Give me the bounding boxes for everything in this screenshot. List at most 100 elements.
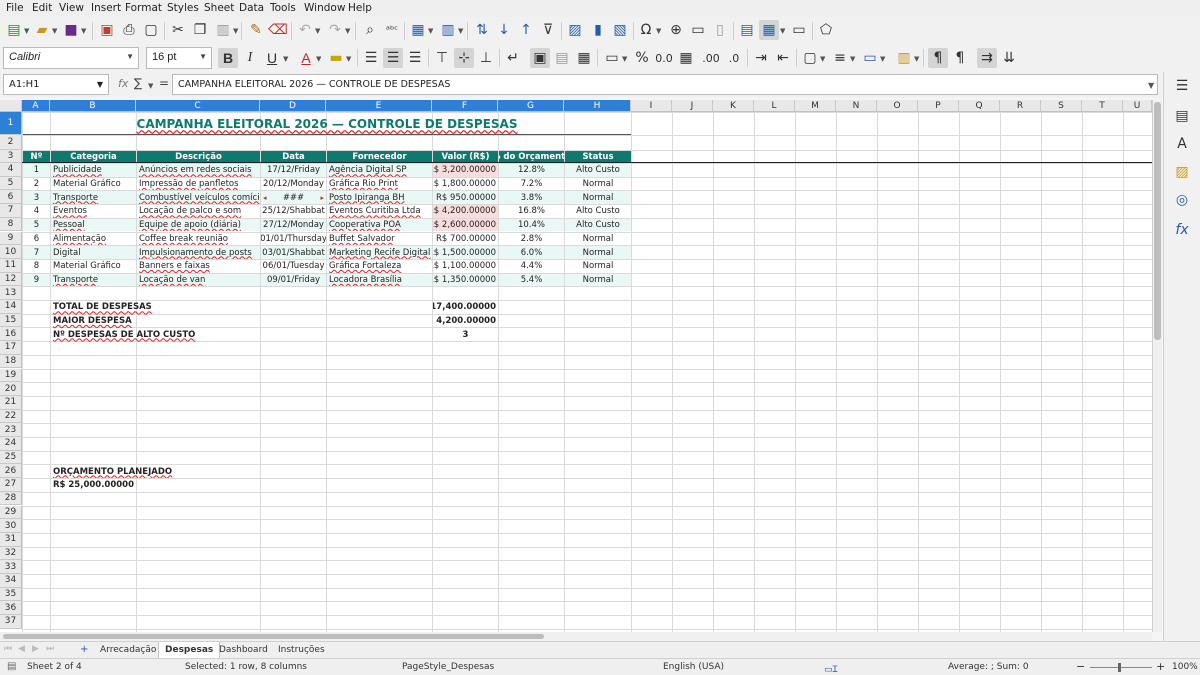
gallery-icon[interactable]: ▨ — [1172, 162, 1192, 182]
table-cell[interactable]: 6 — [23, 232, 50, 246]
clear-formatting-icon[interactable]: ⌫ — [268, 20, 288, 40]
table-cell[interactable]: Transporte — [51, 273, 136, 287]
table-cell[interactable]: 4 — [23, 205, 50, 218]
text-vertical-icon[interactable]: ⇊ — [999, 48, 1019, 68]
text-horizontal-icon[interactable]: ⇉ — [977, 48, 997, 68]
row-header[interactable]: 4 — [0, 163, 22, 177]
column-header[interactable]: N — [836, 100, 877, 112]
column-header[interactable]: E — [326, 100, 432, 112]
conditional-dropdown-icon[interactable]: ▼ — [914, 55, 919, 63]
align-left-icon[interactable]: ☰ — [361, 48, 381, 68]
row-header[interactable]: 19 — [0, 368, 22, 383]
language[interactable]: English (USA) — [663, 662, 724, 672]
menu-tools[interactable]: Tools — [270, 2, 296, 14]
cut-icon[interactable]: ✂ — [168, 20, 188, 40]
zoom-slider[interactable] — [1090, 667, 1152, 668]
name-box[interactable]: A1:H1 ▼ — [3, 74, 109, 95]
zoom-level[interactable]: 100% — [1172, 662, 1198, 672]
column-header[interactable]: R — [1000, 100, 1041, 112]
table-cell[interactable]: 3.8% — [499, 191, 564, 205]
row-header[interactable]: 33 — [0, 560, 22, 574]
table-cell[interactable]: 27/12/Monday — [261, 218, 326, 232]
row-header[interactable]: 36 — [0, 601, 22, 616]
column-header[interactable]: F — [432, 100, 498, 112]
new-document-icon[interactable]: ▤ — [4, 20, 24, 40]
column-icon[interactable]: ▥ — [438, 20, 458, 40]
paste-icon[interactable]: ▥ — [213, 20, 233, 40]
format-as-currency-icon[interactable]: ▭ — [602, 48, 622, 68]
column-header[interactable]: H — [564, 100, 631, 112]
table-cell[interactable]: 2 — [23, 177, 50, 191]
sheet-tab[interactable]: Instruções — [272, 642, 331, 658]
table-cell[interactable]: Normal — [565, 191, 631, 205]
table-cell[interactable]: Normal — [565, 177, 631, 191]
currency-dropdown-icon[interactable]: ▼ — [622, 55, 627, 63]
horizontal-scroll-thumb[interactable] — [3, 634, 544, 639]
table-cell[interactable]: Cooperativa POA — [327, 218, 432, 232]
next-sheet-icon[interactable]: ▶ — [32, 644, 39, 654]
chevron-down-icon[interactable]: ▼ — [199, 52, 207, 61]
row-header[interactable]: 34 — [0, 574, 22, 588]
row-header[interactable]: 18 — [0, 354, 22, 369]
first-sheet-icon[interactable]: ⏮ — [4, 644, 12, 654]
freeze-rows-columns-icon[interactable]: ▦ — [759, 20, 779, 40]
menu-edit[interactable]: Edit — [32, 2, 52, 14]
table-cell[interactable]: Pessoal — [51, 218, 136, 232]
center-vertically-icon[interactable]: ⊹ — [454, 48, 474, 68]
table-cell[interactable]: 7.2% — [499, 177, 564, 191]
table-cell[interactable]: ◂ ### ▸ — [261, 191, 326, 205]
row-header[interactable]: 23 — [0, 423, 22, 437]
font-size-box[interactable]: 16 pt ▼ — [146, 47, 212, 69]
font-color-dropdown-icon[interactable]: ▼ — [316, 55, 321, 63]
table-cell[interactable]: Locação de palco e som — [137, 205, 260, 218]
table-cell[interactable]: Marketing Recife Digital — [327, 246, 432, 259]
unmerge-cells-icon[interactable]: ▦ — [574, 48, 594, 68]
column-header[interactable]: I — [631, 100, 672, 112]
sum-icon[interactable]: ∑ — [134, 76, 142, 90]
table-cell[interactable]: 8 — [23, 259, 50, 273]
menu-data[interactable]: Data — [239, 2, 264, 14]
sheet-tab[interactable]: Despesas — [158, 642, 221, 658]
redo-icon[interactable]: ↷ — [325, 20, 345, 40]
row-header[interactable]: 15 — [0, 313, 22, 328]
chevron-down-icon[interactable]: ▼ — [97, 80, 103, 89]
conditional-format-icon[interactable]: ▥ — [894, 48, 914, 68]
column-header[interactable]: C — [136, 100, 260, 112]
budget-value[interactable]: R$ 25,000.00000 — [51, 479, 136, 492]
align-top-icon[interactable]: ⊤ — [432, 48, 452, 68]
column-dropdown-icon[interactable]: ▼ — [458, 27, 463, 35]
sum-dropdown-icon[interactable]: ▼ — [148, 82, 153, 90]
paste-dropdown-icon[interactable]: ▼ — [233, 27, 238, 35]
row-header[interactable]: 21 — [0, 395, 22, 410]
row-header[interactable]: 17 — [0, 341, 22, 355]
column-header[interactable]: K — [713, 100, 754, 112]
summary-label[interactable]: TOTAL DE DESPESAS — [51, 301, 260, 314]
column-header[interactable]: T — [1082, 100, 1123, 112]
open-folder-icon[interactable]: ▰ — [32, 20, 52, 40]
table-cell[interactable]: R$ 1,100.00000 — [433, 259, 498, 273]
highlight-dropdown-icon[interactable]: ▼ — [346, 55, 351, 63]
italic-icon[interactable]: I — [240, 48, 260, 68]
special-character-icon[interactable]: Ω — [636, 20, 656, 40]
table-cell[interactable]: 5 — [23, 218, 50, 232]
table-cell[interactable]: R$ 2,600.00000 — [433, 218, 498, 232]
table-cell[interactable]: 3 — [23, 191, 50, 205]
underline-dropdown-icon[interactable]: ▼ — [283, 55, 288, 63]
table-cell[interactable]: R$ 1,500.00000 — [433, 246, 498, 259]
print-icon[interactable]: ⎙ — [119, 20, 139, 40]
table-cell[interactable]: Anúncios em redes sociais — [137, 164, 260, 177]
column-header[interactable]: M — [795, 100, 836, 112]
sheet-title[interactable]: CAMPANHA ELEITORAL 2026 — CONTROLE DE DE… — [23, 113, 631, 135]
spelling-icon[interactable]: ᵃᵇᶜ — [382, 20, 402, 40]
table-cell[interactable]: Normal — [565, 232, 631, 246]
zoom-out-icon[interactable]: − — [1076, 660, 1085, 673]
select-all-corner[interactable] — [0, 100, 22, 112]
table-cell[interactable]: 6.0% — [499, 246, 564, 259]
align-bottom-icon[interactable]: ⊥ — [476, 48, 496, 68]
table-cell[interactable]: Agência Digital SP — [327, 164, 432, 177]
table-cell[interactable]: Posto Ipiranga BH — [327, 191, 432, 205]
highlight-color-icon[interactable]: ▬ — [326, 48, 346, 68]
row-header[interactable]: 8 — [0, 217, 22, 232]
summary-value[interactable]: R$ 4,200.00000 — [433, 315, 498, 328]
zoom-in-icon[interactable]: + — [1156, 660, 1165, 673]
